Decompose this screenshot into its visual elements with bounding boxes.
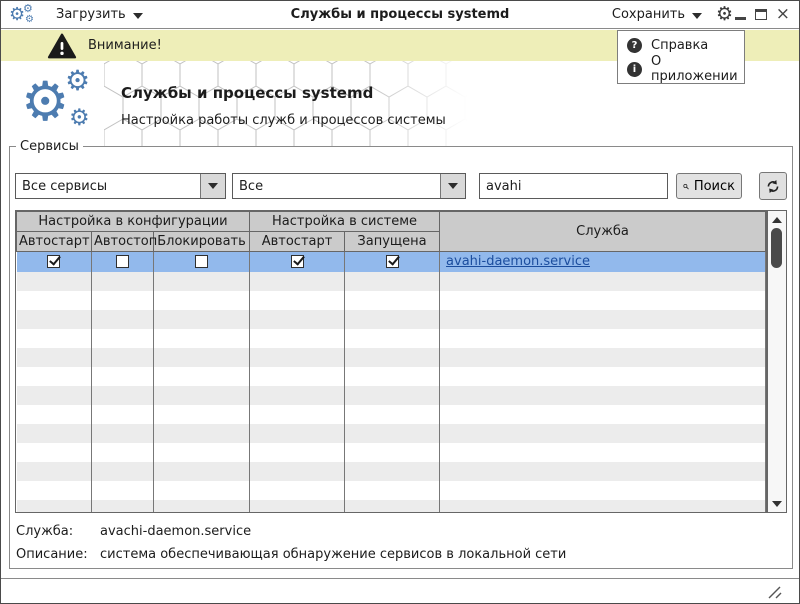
menu-item-about[interactable]: i О приложении <box>618 57 744 81</box>
gear-icon <box>69 107 90 130</box>
save-menu-button[interactable]: Сохранить <box>612 1 702 28</box>
column-header-autostart-system: Автостарт <box>250 232 345 252</box>
table-row-empty <box>17 424 766 443</box>
app-window: Загрузить Службы и процессы systemd Сохр… <box>0 0 800 604</box>
autostart-system-checkbox[interactable] <box>291 255 304 268</box>
titlebar: Загрузить Службы и процессы systemd Сохр… <box>1 1 799 29</box>
settings-menu-button[interactable] <box>715 4 737 26</box>
table-row-empty <box>17 443 766 462</box>
app-gears-logo-icon <box>9 3 39 27</box>
search-icon <box>683 179 689 194</box>
combo-arrow-button[interactable] <box>200 174 225 198</box>
vertical-scrollbar[interactable] <box>767 210 787 513</box>
gear-icon <box>716 5 733 24</box>
page-title: Службы и процессы systemd <box>121 84 373 102</box>
table-row-empty <box>17 272 766 291</box>
scrollbar-thumb[interactable] <box>771 228 782 268</box>
gear-icon <box>25 15 34 25</box>
column-group-config: Настройка в конфигурации <box>17 212 250 232</box>
table-row-empty <box>17 462 766 481</box>
window-title: Службы и процессы systemd <box>151 1 649 28</box>
table-row-empty <box>17 405 766 424</box>
column-header-running: Запущена <box>345 232 440 252</box>
service-details: Служба: avachi-daemon.service Описание: … <box>16 524 786 570</box>
services-group: Сервисы Все сервисы Все Поиск <box>9 139 793 569</box>
info-circle-icon: i <box>627 62 642 77</box>
scroll-up-button[interactable] <box>768 212 786 227</box>
warning-text: Внимание! <box>88 38 162 53</box>
search-button[interactable]: Поиск <box>676 173 742 199</box>
statusbar <box>1 578 799 603</box>
table-row-empty <box>17 310 766 329</box>
chevron-down-icon <box>208 183 218 189</box>
column-header-block-config: Блокировать <box>154 232 250 252</box>
service-detail-value: avachi-daemon.service <box>100 524 251 539</box>
block-config-checkbox[interactable] <box>195 255 208 268</box>
service-detail-label: Служба: <box>16 524 100 539</box>
table-body: avahi-daemon.service <box>17 252 766 514</box>
services-table: Настройка в конфигурации Настройка в сис… <box>15 210 767 513</box>
table-row-empty <box>17 329 766 348</box>
detail-row-service: Служба: avachi-daemon.service <box>16 524 786 539</box>
page-subtitle: Настройка работы служб и процессов систе… <box>121 113 446 128</box>
description-label: Описание: <box>16 547 100 562</box>
search-button-label: Поиск <box>694 179 735 194</box>
triangle-down-icon <box>772 501 782 507</box>
combo-arrow-button[interactable] <box>440 174 465 198</box>
app-gears-logo-icon <box>21 67 116 142</box>
gear-icon <box>65 67 90 95</box>
save-menu-label: Сохранить <box>612 7 685 22</box>
search-input[interactable] <box>479 173 668 199</box>
column-header-service: Служба <box>440 212 766 252</box>
triangle-up-icon <box>772 217 782 223</box>
services-legend: Сервисы <box>16 139 83 154</box>
chevron-down-icon <box>133 13 143 19</box>
table-row-selected[interactable]: avahi-daemon.service <box>17 252 766 272</box>
service-filter-combobox[interactable]: Все сервисы <box>15 173 226 199</box>
description-value: система обеспечивающая обнаружение серви… <box>100 547 566 562</box>
close-button[interactable] <box>776 6 790 23</box>
load-menu-button[interactable]: Загрузить <box>56 1 143 28</box>
maximize-button[interactable] <box>755 9 767 20</box>
table-row-empty <box>17 481 766 500</box>
warning-triangle-icon <box>47 33 77 59</box>
chevron-down-icon <box>692 13 702 19</box>
autostop-config-checkbox[interactable] <box>116 255 129 268</box>
state-filter-value: Все <box>233 179 440 194</box>
window-controls <box>735 1 790 28</box>
running-checkbox[interactable] <box>386 255 399 268</box>
settings-dropdown-menu: ? Справка i О приложении <box>617 30 745 84</box>
service-link[interactable]: avahi-daemon.service <box>446 254 590 269</box>
services-table-area: Настройка в конфигурации Настройка в сис… <box>15 210 787 513</box>
gear-icon <box>23 3 33 14</box>
chevron-down-icon <box>448 183 458 189</box>
scroll-down-button[interactable] <box>768 496 786 511</box>
column-header-autostart-config: Автостарт <box>17 232 92 252</box>
refresh-icon <box>766 178 780 195</box>
help-circle-icon: ? <box>627 38 642 53</box>
detail-row-description: Описание: система обеспечивающая обнаруж… <box>16 547 786 562</box>
menu-item-about-label: О приложении <box>651 54 744 84</box>
table-row-empty <box>17 500 766 514</box>
resize-grip[interactable] <box>766 585 784 599</box>
table-row-empty <box>17 348 766 367</box>
refresh-button[interactable] <box>759 172 787 200</box>
hexagon-fade <box>366 61 486 148</box>
gear-icon <box>21 75 69 129</box>
autostart-config-checkbox[interactable] <box>47 255 60 268</box>
state-filter-combobox[interactable]: Все <box>232 173 466 199</box>
table-row-empty <box>17 291 766 310</box>
menu-item-help-label: Справка <box>651 38 708 53</box>
minimize-button[interactable] <box>735 17 746 20</box>
column-header-autostop-config: Автостоп <box>92 232 154 252</box>
table-row-empty <box>17 386 766 405</box>
table-row-empty <box>17 367 766 386</box>
load-menu-label: Загрузить <box>56 7 126 22</box>
column-group-system: Настройка в системе <box>250 212 440 232</box>
service-filter-value: Все сервисы <box>16 179 200 194</box>
